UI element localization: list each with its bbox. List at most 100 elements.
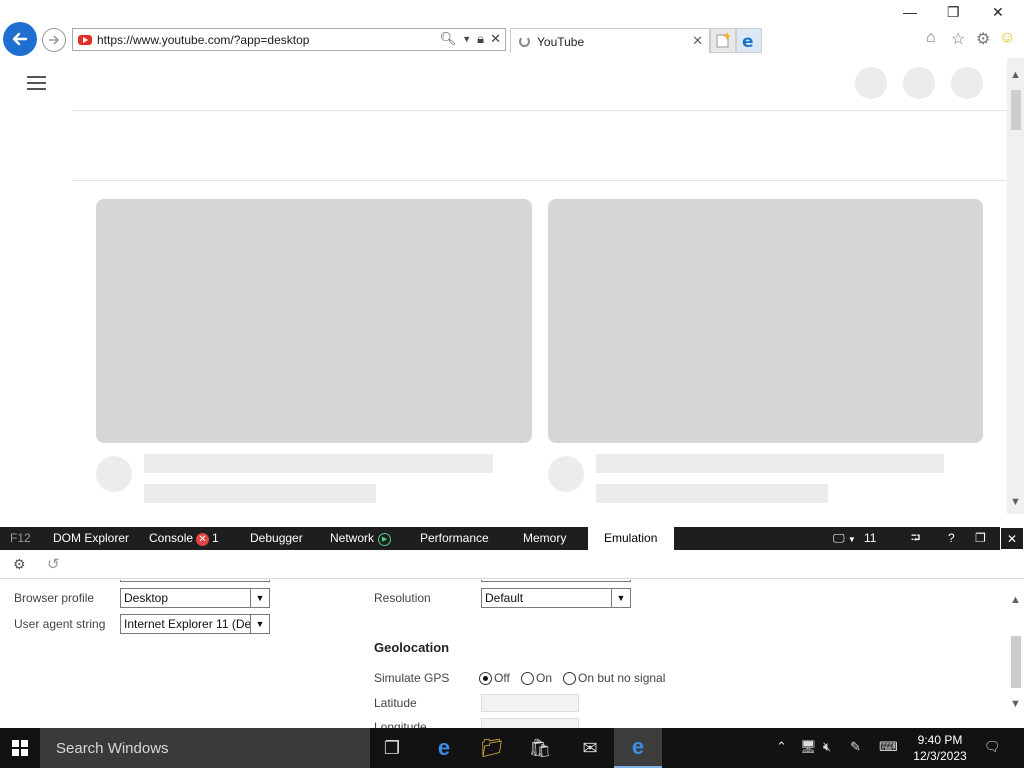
browser-profile-select[interactable]: Desktop ▼ bbox=[120, 588, 270, 608]
scroll-up-icon[interactable]: ▲ bbox=[1010, 594, 1021, 606]
gps-no-signal-radio[interactable]: On but no signal bbox=[563, 671, 665, 685]
tab-memory[interactable]: Memory bbox=[523, 527, 566, 550]
header-placeholder-circle bbox=[855, 67, 887, 99]
svg-text:e: e bbox=[742, 32, 754, 52]
chevron-down-icon: ▼ bbox=[250, 589, 269, 607]
simulate-gps-label: Simulate GPS bbox=[374, 671, 450, 685]
back-button[interactable] bbox=[3, 22, 37, 56]
meta-placeholder bbox=[596, 484, 828, 503]
tab-network[interactable]: Network ▶ bbox=[330, 527, 392, 550]
scroll-down-icon[interactable]: ▼ bbox=[1010, 698, 1021, 710]
loading-icon bbox=[519, 36, 530, 47]
scrollbar-thumb[interactable] bbox=[1011, 636, 1021, 688]
task-view-icon[interactable]: ❐ bbox=[368, 728, 416, 768]
ie-quick-tab[interactable]: e bbox=[736, 28, 762, 53]
browser-profile-value: Desktop bbox=[124, 591, 169, 605]
title-placeholder bbox=[596, 454, 944, 473]
scrollbar-thumb[interactable] bbox=[1011, 90, 1021, 130]
chevron-down-icon: ▼ bbox=[250, 615, 269, 633]
edge-icon[interactable]: e bbox=[420, 728, 468, 768]
f12-label: F12 bbox=[10, 531, 31, 545]
chevron-down-icon: ▼ bbox=[611, 589, 630, 607]
resolution-select[interactable]: Default ▼ bbox=[481, 588, 631, 608]
user-agent-value: Internet Explorer 11 (De bbox=[124, 617, 250, 631]
settings-list-icon[interactable]: ⚙ bbox=[13, 556, 26, 573]
menu-icon[interactable] bbox=[27, 76, 46, 94]
scroll-up-icon[interactable]: ▲ bbox=[1010, 69, 1021, 81]
restore-icon[interactable]: ❐ bbox=[947, 4, 960, 21]
mail-icon[interactable]: ✉ bbox=[566, 728, 614, 768]
address-url[interactable]: https://www.youtube.com/?app=desktop bbox=[97, 33, 309, 47]
target-device-icon[interactable]: 🖵︎ ▼ bbox=[833, 527, 856, 550]
home-icon[interactable]: ⌂ bbox=[926, 29, 936, 47]
store-icon[interactable]: 🛍︎ bbox=[516, 728, 564, 768]
stop-icon[interactable]: ✕ bbox=[490, 31, 501, 47]
meta-placeholder bbox=[144, 484, 376, 503]
close-devtools-icon[interactable]: ✕ bbox=[1000, 527, 1024, 550]
smiley-feedback-icon[interactable]: ☺ bbox=[999, 29, 1015, 47]
favorites-star-icon[interactable]: ☆ bbox=[951, 29, 965, 49]
youtube-favicon-icon bbox=[78, 35, 92, 45]
video-thumbnail-placeholder bbox=[548, 199, 983, 443]
longitude-label: Longitude bbox=[374, 720, 427, 728]
gps-on-radio[interactable]: On bbox=[521, 671, 552, 685]
minimize-icon[interactable]: — bbox=[903, 4, 917, 20]
address-bar[interactable]: https://www.youtube.com/?app=desktop 🔍︎ … bbox=[72, 28, 506, 51]
help-icon[interactable]: ? bbox=[948, 527, 955, 550]
lock-icon[interactable]: 🔒︎ bbox=[477, 31, 484, 47]
latitude-input[interactable] bbox=[481, 694, 579, 712]
divider bbox=[72, 180, 1007, 181]
error-icon: ✕ bbox=[196, 533, 210, 546]
network-icon[interactable]: 🖥︎ bbox=[800, 739, 817, 755]
user-agent-select[interactable]: Internet Explorer 11 (De ▼ bbox=[120, 614, 270, 634]
channel-avatar-placeholder bbox=[548, 456, 584, 492]
gear-icon[interactable]: ⚙ bbox=[976, 29, 990, 49]
tab-emulation[interactable]: Emulation bbox=[588, 527, 674, 550]
tab-debugger[interactable]: Debugger bbox=[250, 527, 303, 550]
browser-tab-youtube[interactable]: YouTube ✕ bbox=[510, 28, 710, 53]
file-explorer-icon[interactable]: 📁︎ bbox=[468, 728, 516, 768]
page-scrollbar[interactable]: ▲ ▼ bbox=[1007, 58, 1024, 514]
scroll-down-icon[interactable]: ▼ bbox=[1010, 496, 1021, 508]
internet-explorer-taskbar-icon[interactable]: e bbox=[614, 728, 662, 768]
header-placeholder-circle bbox=[951, 67, 983, 99]
close-tab-icon[interactable]: ✕ bbox=[692, 33, 703, 49]
search-icon[interactable]: 🔍︎ bbox=[440, 31, 457, 47]
keyboard-icon[interactable]: ⌨ bbox=[879, 739, 898, 755]
resolution-label: Resolution bbox=[374, 591, 431, 605]
taskbar-search-placeholder: Search Windows bbox=[56, 740, 169, 757]
channel-avatar-placeholder bbox=[96, 456, 132, 492]
close-window-icon[interactable]: ✕ bbox=[992, 4, 1004, 21]
document-mode[interactable]: 11 bbox=[864, 527, 876, 550]
console-toggle-icon[interactable]: ⮒ bbox=[911, 527, 920, 550]
new-tab-icon bbox=[716, 32, 731, 48]
pen-icon[interactable]: ✎ bbox=[850, 739, 861, 755]
start-button[interactable] bbox=[0, 728, 40, 768]
tab-console-label: Console bbox=[149, 531, 194, 545]
devtools-tab-bar: F12 DOM Explorer Console ✕ 1 Debugger Netw… bbox=[0, 527, 1024, 550]
clock-date: 12/3/2023 bbox=[913, 749, 967, 763]
undock-icon[interactable]: ❐ bbox=[975, 527, 986, 550]
devtools-scrollbar[interactable]: ▲ ▼ bbox=[1007, 580, 1024, 728]
longitude-input[interactable] bbox=[481, 718, 579, 728]
page-viewport bbox=[0, 58, 1007, 514]
geolocation-heading: Geolocation bbox=[374, 640, 450, 655]
dropdown-icon[interactable]: ▼ bbox=[462, 31, 471, 47]
reset-icon[interactable]: ↺ bbox=[47, 555, 60, 573]
tray-overflow-icon[interactable]: ⌃ bbox=[776, 739, 787, 755]
gps-off-radio[interactable]: Off bbox=[479, 671, 510, 685]
radio-icon bbox=[563, 671, 576, 685]
browser-profile-label: Browser profile bbox=[14, 591, 95, 605]
volume-muted-icon[interactable]: 🔇︎ bbox=[823, 739, 831, 755]
forward-button[interactable] bbox=[42, 28, 66, 52]
tab-dom-explorer[interactable]: DOM Explorer bbox=[53, 527, 129, 550]
taskbar-search-box[interactable]: Search Windows bbox=[40, 728, 370, 768]
notifications-icon[interactable]: 🗨︎ bbox=[984, 739, 1001, 755]
tab-console[interactable]: Console ✕ 1 bbox=[149, 527, 219, 550]
clock[interactable]: 9:40 PM 12/3/2023 bbox=[912, 732, 968, 764]
hidden-select bbox=[481, 580, 631, 582]
tab-performance[interactable]: Performance bbox=[420, 527, 489, 550]
browser-chrome: https://www.youtube.com/?app=desktop 🔍︎ … bbox=[0, 0, 1024, 58]
new-tab-button[interactable] bbox=[710, 28, 736, 53]
windows-taskbar: Search Windows ❐ e 📁︎ 🛍︎ ✉ e ⌃ 🖥︎ 🔇︎ ✎ ⌨… bbox=[0, 728, 1024, 768]
